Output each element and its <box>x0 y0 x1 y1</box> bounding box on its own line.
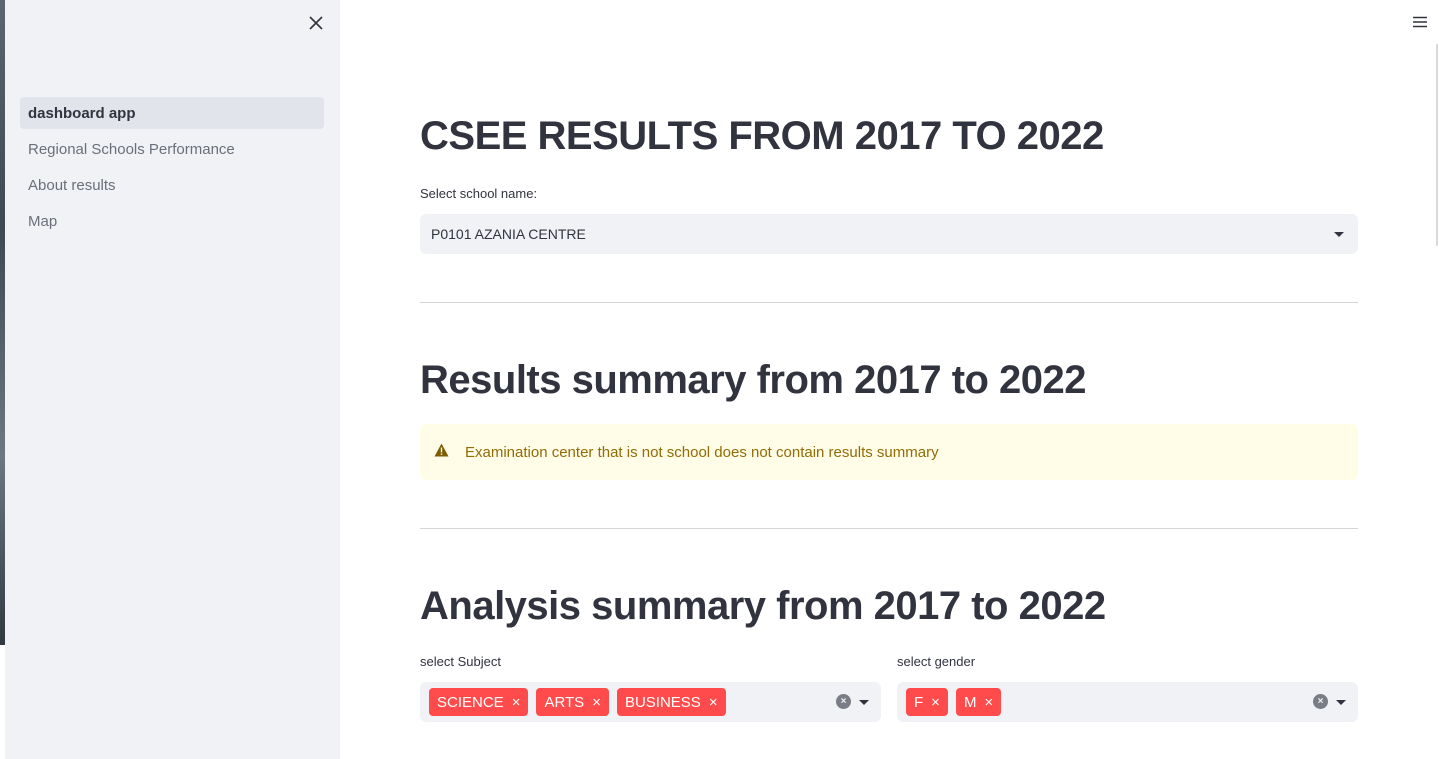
gender-select-label: select gender <box>897 654 976 669</box>
chip-label: F <box>914 693 924 711</box>
chip-label: ARTS <box>544 693 585 711</box>
sidebar-item-regional-schools-performance[interactable]: Regional Schools Performance <box>20 133 324 165</box>
chevron-down-icon[interactable] <box>1336 700 1346 705</box>
results-summary-heading: Results summary from 2017 to 2022 <box>420 358 1087 402</box>
chip-label: SCIENCE <box>437 693 504 711</box>
clear-all-icon[interactable]: × <box>1313 694 1328 709</box>
divider <box>420 528 1358 529</box>
subject-select-label: select Subject <box>420 654 501 669</box>
sidebar: dashboard app Regional Schools Performan… <box>5 0 340 759</box>
close-icon[interactable] <box>305 12 327 34</box>
remove-chip-icon[interactable]: × <box>984 695 993 710</box>
sidebar-item-about-results[interactable]: About results <box>20 169 324 201</box>
chip-f[interactable]: F × <box>906 688 948 716</box>
sidebar-item-label: About results <box>28 176 116 194</box>
chip-arts[interactable]: ARTS × <box>536 688 609 716</box>
scrollbar[interactable] <box>1436 44 1438 246</box>
warning-triangle-icon <box>434 443 449 461</box>
school-select[interactable]: P0101 AZANIA CENTRE <box>420 214 1358 254</box>
sidebar-item-label: Map <box>28 212 58 230</box>
warning-text: Examination center that is not school do… <box>465 443 939 461</box>
page-title: CSEE RESULTS FROM 2017 TO 2022 <box>420 114 1104 158</box>
chip-label: BUSINESS <box>624 693 701 711</box>
sidebar-item-dashboard-app[interactable]: dashboard app <box>20 97 324 129</box>
chevron-down-icon[interactable] <box>859 700 869 705</box>
sidebar-item-map[interactable]: Map <box>20 205 324 237</box>
gender-multiselect[interactable]: F × M × × <box>897 682 1358 722</box>
analysis-summary-heading: Analysis summary from 2017 to 2022 <box>420 584 1106 628</box>
chip-science[interactable]: SCIENCE × <box>429 688 529 716</box>
sidebar-item-label: dashboard app <box>28 104 136 122</box>
sidebar-item-label: Regional Schools Performance <box>28 140 235 158</box>
remove-chip-icon[interactable]: × <box>512 695 521 710</box>
subject-multiselect[interactable]: SCIENCE × ARTS × BUSINESS × × <box>420 682 881 722</box>
school-select-value: P0101 AZANIA CENTRE <box>431 226 586 242</box>
remove-chip-icon[interactable]: × <box>931 695 940 710</box>
clear-all-icon[interactable]: × <box>836 694 851 709</box>
school-select-label: Select school name: <box>420 186 538 201</box>
chevron-down-icon[interactable] <box>1334 232 1344 237</box>
chip-business[interactable]: BUSINESS × <box>616 688 726 716</box>
remove-chip-icon[interactable]: × <box>592 695 601 710</box>
remove-chip-icon[interactable]: × <box>709 695 718 710</box>
chip-m[interactable]: M × <box>955 688 1002 716</box>
divider <box>420 302 1358 303</box>
warning-alert: Examination center that is not school do… <box>420 424 1358 480</box>
app-root: dashboard app Regional Schools Performan… <box>0 0 1439 759</box>
chip-label: M <box>963 693 977 711</box>
sidebar-nav: dashboard app Regional Schools Performan… <box>20 97 324 241</box>
hamburger-menu-icon[interactable] <box>1410 12 1430 32</box>
